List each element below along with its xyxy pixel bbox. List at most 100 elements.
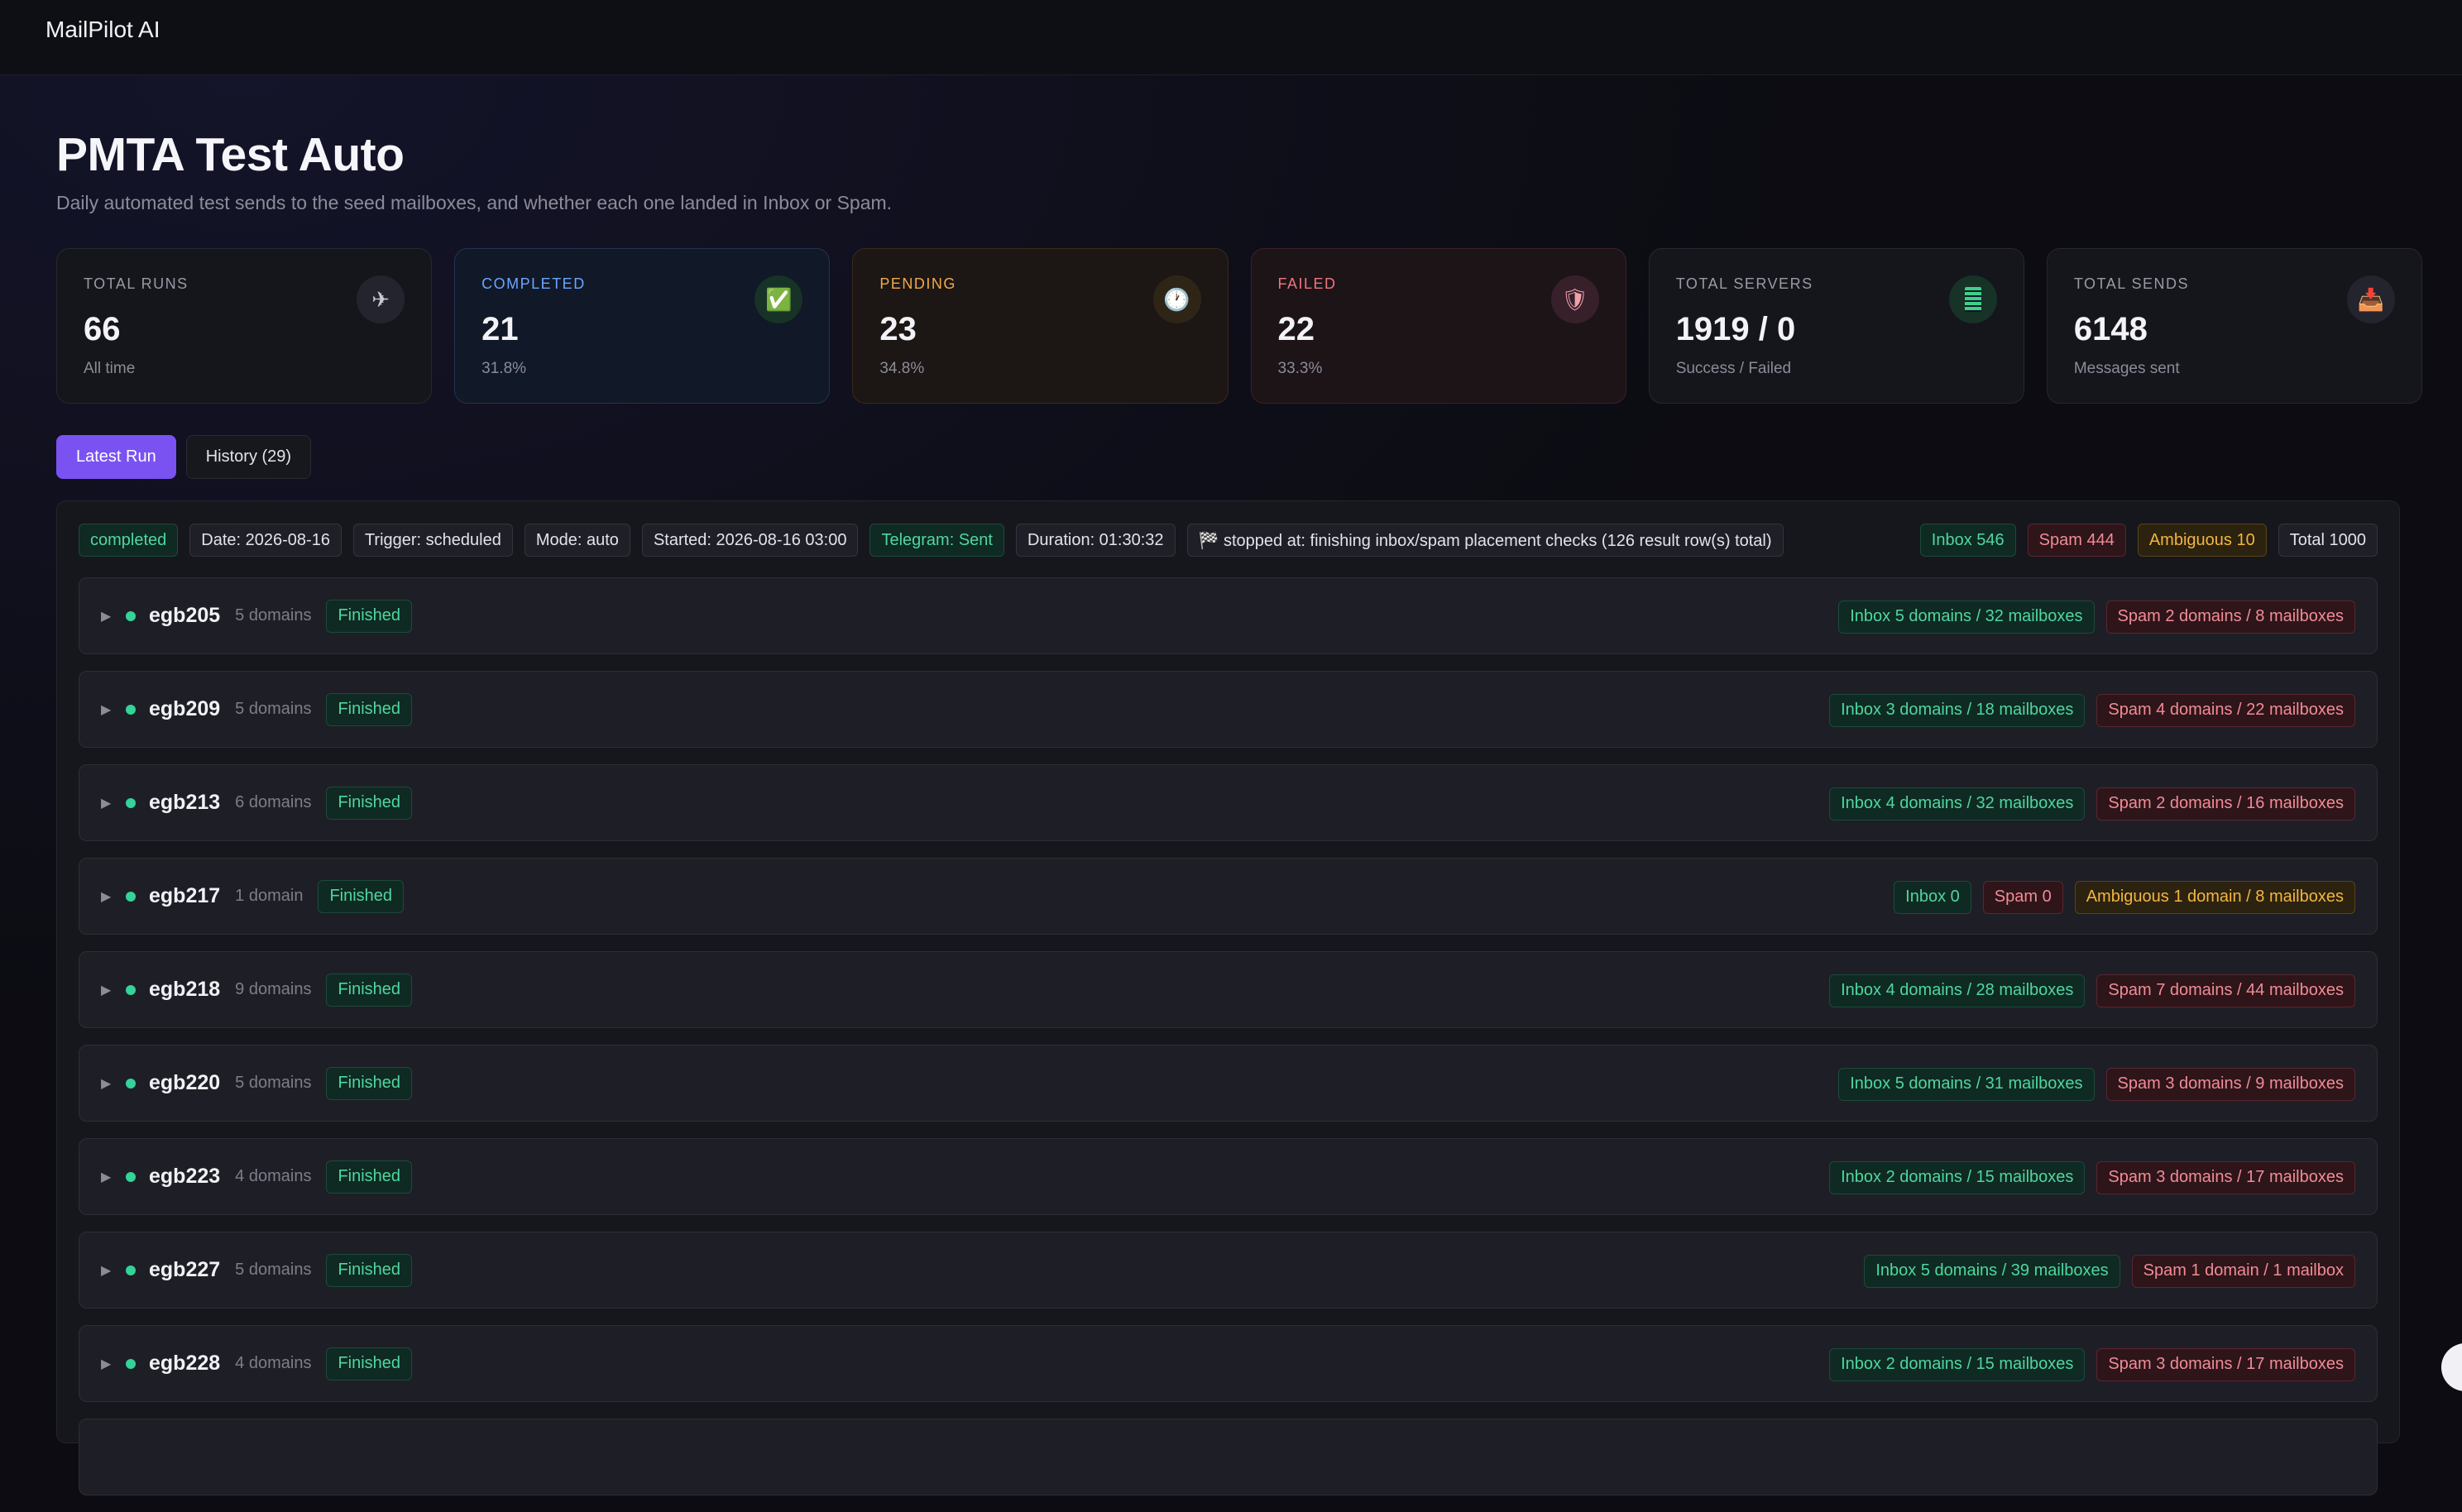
expand-caret-icon[interactable]: ▶ (101, 1169, 116, 1185)
server-domain-count: 9 domains (235, 980, 312, 998)
stat-value: 1919 / 0 (1675, 311, 1796, 347)
run-status-badge: completed (79, 524, 179, 557)
stat-label: TOTAL SERVERS (1675, 275, 1813, 292)
stat-card-pending: PENDING 23 34.8% 🕐 (852, 248, 1229, 404)
server-row[interactable]: ▶ egb217 1 domain Finished Inbox 0 Spam … (79, 858, 2378, 935)
spam-total: Spam 444 (2027, 524, 2126, 557)
run-tabs: Latest Run History (29) (56, 435, 312, 479)
spam-badge: Spam 2 domains / 8 mailboxes (2105, 600, 2355, 634)
status-badge: Finished (326, 973, 413, 1007)
clock-icon: 🕐 (1152, 275, 1201, 323)
placement-badges: Inbox 3 domains / 18 mailboxes Spam 4 do… (1818, 672, 2355, 749)
server-row[interactable]: ▶ egb227 5 domains Finished Inbox 5 doma… (79, 1232, 2378, 1309)
status-badge: Finished (326, 692, 413, 726)
status-dot-icon (126, 1358, 136, 1369)
server-row[interactable]: ▶ egb223 4 domains Finished Inbox 2 doma… (79, 1138, 2378, 1215)
server-stack-shape (1964, 287, 1981, 312)
grand-total: Total 1000 (2278, 524, 2378, 557)
expand-caret-icon[interactable]: ▶ (101, 982, 116, 998)
status-dot-icon (126, 1171, 136, 1182)
status-dot-icon (126, 610, 136, 621)
placement-badges: Inbox 4 domains / 28 mailboxes Spam 7 do… (1818, 952, 2355, 1029)
server-status: Finished (326, 786, 413, 820)
run-panel: completed Date: 2026-08-16 Trigger: sche… (56, 500, 2400, 1495)
status-badge: Finished (326, 1253, 413, 1287)
stat-label: TOTAL SENDS (2073, 275, 2190, 292)
app-brand[interactable]: MailPilot AI (46, 17, 160, 43)
ambiguous-total: Ambiguous 10 (2137, 524, 2267, 557)
placement-badges: Inbox 5 domains / 32 mailboxes Spam 2 do… (1827, 578, 2355, 655)
tab-history[interactable]: History (29) (185, 435, 312, 479)
spam-badge: Spam 4 domains / 22 mailboxes (2096, 693, 2355, 727)
inbox-badge: Inbox 2 domains / 15 mailboxes (1829, 1160, 2086, 1194)
server-name: egb217 (149, 884, 221, 907)
status-badge: Finished (326, 599, 413, 633)
run-date: Date: 2026-08-16 (189, 524, 342, 557)
expand-caret-icon[interactable]: ▶ (101, 701, 116, 718)
stat-card-total-sends: TOTAL SENDS 6148 Messages sent 📥 (2046, 248, 2423, 404)
run-summary: completed Date: 2026-08-16 Trigger: sche… (79, 523, 2378, 557)
server-status: Finished (326, 973, 413, 1007)
server-name: egb220 (149, 1071, 221, 1094)
server-domain-count: 5 domains (235, 1074, 312, 1092)
tab-latest-run[interactable]: Latest Run (56, 435, 176, 479)
stat-value: 66 (84, 311, 121, 347)
status-dot-icon (126, 1078, 136, 1089)
stat-card-total-servers: TOTAL SERVERS 1919 / 0 Success / Failed (1648, 248, 2024, 404)
server-status: Finished (318, 879, 405, 913)
server-row[interactable]: ▶ egb209 5 domains Finished Inbox 3 doma… (79, 671, 2378, 748)
airplane-icon: ✈ (357, 275, 405, 323)
server-name: egb213 (149, 791, 221, 814)
spam-badge: Spam 3 domains / 17 mailboxes (2096, 1160, 2355, 1194)
inbox-badge: Inbox 5 domains / 31 mailboxes (1838, 1067, 2095, 1101)
server-domain-count: 1 domain (235, 887, 304, 905)
run-duration: Duration: 01:30:32 (1015, 524, 1176, 557)
expand-caret-icon[interactable]: ▶ (101, 608, 116, 624)
stat-card-total-runs: TOTAL RUNS 66 All time ✈ (56, 248, 433, 404)
server-name: egb205 (149, 604, 221, 627)
server-name: egb218 (149, 978, 221, 1001)
stat-value: 22 (1277, 311, 1315, 347)
inbox-badge: Inbox 4 domains / 32 mailboxes (1829, 787, 2086, 821)
server-status: Finished (326, 1253, 413, 1287)
run-mode: Mode: auto (524, 524, 630, 557)
stat-value: 6148 (2073, 311, 2148, 347)
expand-caret-icon[interactable]: ▶ (101, 888, 116, 905)
placement-badges: Inbox 2 domains / 15 mailboxes Spam 3 do… (1818, 1139, 2355, 1216)
status-badge: Finished (326, 1160, 413, 1194)
server-row[interactable]: ▶ egb218 9 domains Finished Inbox 4 doma… (79, 951, 2378, 1028)
expand-caret-icon[interactable]: ▶ (101, 1075, 116, 1092)
placement-badges: Inbox 5 domains / 31 mailboxes Spam 3 do… (1827, 1045, 2355, 1122)
placement-badges: Inbox 0 Spam 0 Ambiguous 1 domain / 8 ma… (1882, 859, 2355, 935)
stat-foot: All time (84, 360, 136, 377)
expand-caret-icon[interactable]: ▶ (101, 1356, 116, 1372)
placement-badges: Inbox 4 domains / 32 mailboxes Spam 2 do… (1818, 765, 2355, 842)
server-row[interactable]: ▶ egb220 5 domains Finished Inbox 5 doma… (79, 1045, 2378, 1122)
inbox-badge: Inbox 4 domains / 28 mailboxes (1829, 974, 2086, 1007)
expand-caret-icon[interactable]: ▶ (101, 795, 116, 811)
status-badge: Finished (318, 879, 405, 913)
spam-badge: Spam 0 (1982, 880, 2063, 914)
shield-icon: 🛡 (1550, 275, 1599, 323)
server-row[interactable]: ▶ egb213 6 domains Finished Inbox 4 doma… (79, 764, 2378, 841)
server-row-partial[interactable] (79, 1419, 2378, 1495)
status-dot-icon (126, 797, 136, 808)
spam-badge: Spam 7 domains / 44 mailboxes (2096, 974, 2355, 1007)
stat-foot: 31.8% (481, 360, 527, 377)
server-row[interactable]: ▶ egb205 5 domains Finished Inbox 5 doma… (79, 577, 2378, 654)
server-domain-count: 4 domains (235, 1354, 312, 1372)
stat-foot: Success / Failed (1675, 360, 1792, 377)
server-domain-count: 4 domains (235, 1167, 312, 1185)
placement-badges: Inbox 5 domains / 39 mailboxes Spam 1 do… (1852, 1232, 2355, 1309)
server-status: Finished (326, 692, 413, 726)
server-domain-count: 6 domains (235, 793, 312, 811)
stat-foot: Messages sent (2073, 360, 2180, 377)
status-dot-icon (126, 984, 136, 995)
server-name: egb209 (149, 697, 221, 720)
server-status: Finished (326, 1347, 413, 1380)
server-row[interactable]: ▶ egb228 4 domains Finished Inbox 2 doma… (79, 1325, 2378, 1402)
stat-label: TOTAL RUNS (84, 275, 189, 292)
ambiguous-badge: Ambiguous 1 domain / 8 mailboxes (2074, 880, 2355, 914)
expand-caret-icon[interactable]: ▶ (101, 1262, 116, 1279)
inbox-badge: Inbox 5 domains / 39 mailboxes (1864, 1254, 2120, 1288)
